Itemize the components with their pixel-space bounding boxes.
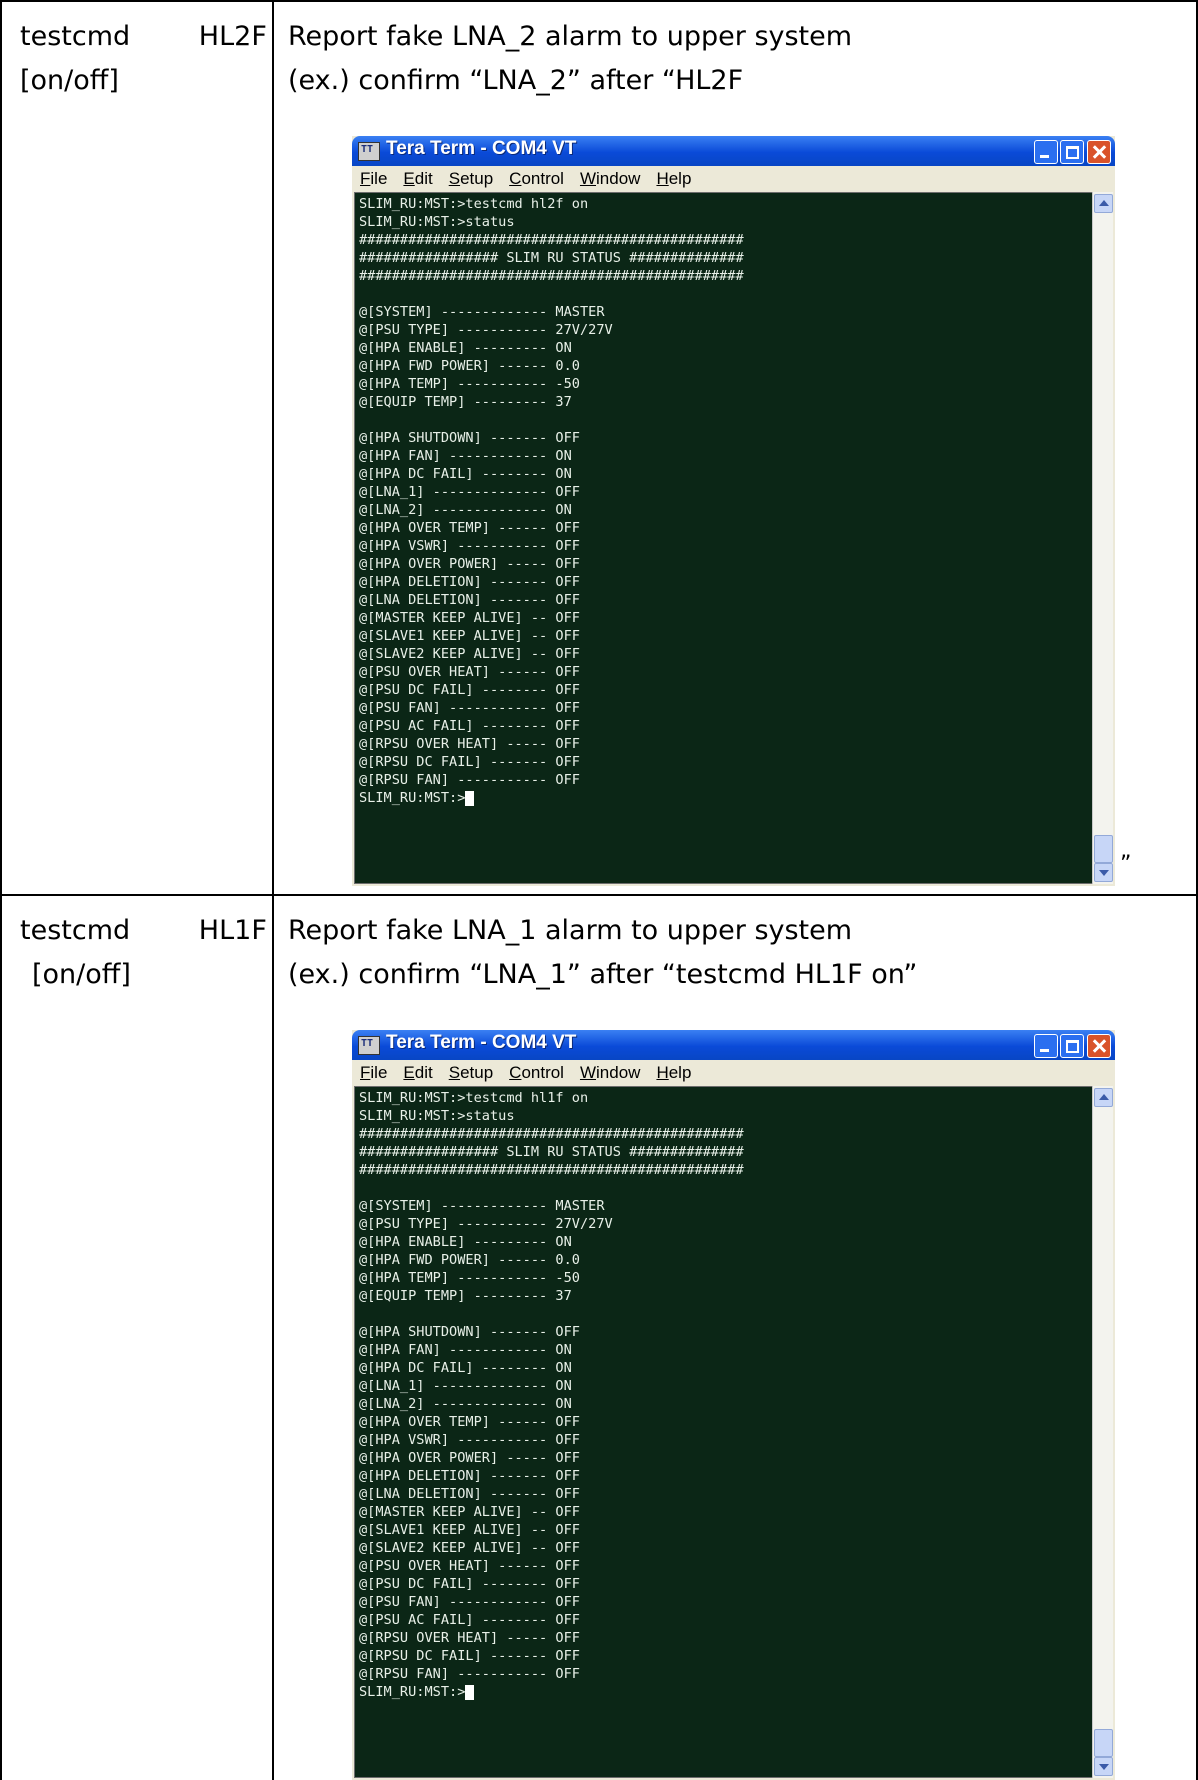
terminal-titlebar[interactable]: Tera Term - COM4 VT [352,1030,1115,1060]
vertical-scrollbar[interactable] [1092,192,1113,884]
menu-control[interactable]: Control [509,1063,564,1083]
menu-file[interactable]: File [360,169,387,189]
terminal-screen[interactable]: SLIM_RU:MST:>testcmd hl2f on SLIM_RU:MST… [354,192,1093,884]
terminal-output: SLIM_RU:MST:>testcmd hl1f on SLIM_RU:MST… [359,1090,744,1682]
menu-help[interactable]: Help [656,169,691,189]
command-example: (ex.) confirm “LNA_1” after “testcmd HL1… [288,959,918,990]
menu-window[interactable]: Window [580,169,640,189]
terminal-output: SLIM_RU:MST:>testcmd hl2f on SLIM_RU:MST… [359,196,744,788]
minimize-button[interactable] [1034,140,1058,164]
text-cursor [465,790,475,806]
close-button[interactable] [1087,1034,1111,1058]
scroll-thumb[interactable] [1094,1729,1113,1757]
closing-quote: ” [1120,852,1132,877]
terminal-menubar: File Edit Setup Control Window Help [354,1060,1113,1086]
row-divider [0,894,1198,896]
teraterm-icon [358,1036,380,1055]
terminal-prompt: SLIM_RU:MST:> [359,790,466,806]
column-divider [272,0,274,1780]
command-name: testcmd HL2F [20,21,267,52]
terminal-prompt: SLIM_RU:MST:> [359,1684,466,1700]
scroll-up-arrow-icon[interactable] [1094,194,1113,213]
menu-help[interactable]: Help [656,1063,691,1083]
minimize-button[interactable] [1034,1034,1058,1058]
terminal-window: Tera Term - COM4 VT File Edit Setup Cont… [352,136,1115,886]
command-args: [on/off] [20,65,119,96]
scroll-up-arrow-icon[interactable] [1094,1088,1113,1107]
command-description: Report fake LNA_2 alarm to upper system [288,21,853,52]
scroll-down-arrow-icon[interactable] [1094,863,1113,882]
terminal-window: Tera Term - COM4 VT File Edit Setup Cont… [352,1030,1115,1780]
menu-setup[interactable]: Setup [449,1063,493,1083]
vertical-scrollbar[interactable] [1092,1086,1113,1778]
command-args: [on/off] [32,959,131,990]
scroll-thumb[interactable] [1094,835,1113,863]
command-table: testcmd HL2F [on/off] Report fake LNA_2 … [0,0,1198,1780]
menu-window[interactable]: Window [580,1063,640,1083]
menu-setup[interactable]: Setup [449,169,493,189]
terminal-menubar: File Edit Setup Control Window Help [354,166,1113,192]
terminal-title: Tera Term - COM4 VT [386,138,577,159]
table-border-top [0,0,1198,2]
terminal-title: Tera Term - COM4 VT [386,1032,577,1053]
table-border-left [0,0,2,1780]
command-example: (ex.) confirm “LNA_2” after “HL2F [288,65,744,96]
command-name: testcmd HL1F [20,915,267,946]
maximize-button[interactable] [1060,1034,1084,1058]
scroll-down-arrow-icon[interactable] [1094,1757,1113,1776]
maximize-button[interactable] [1060,140,1084,164]
close-button[interactable] [1087,140,1111,164]
menu-control[interactable]: Control [509,169,564,189]
text-cursor [465,1684,475,1700]
menu-file[interactable]: File [360,1063,387,1083]
terminal-screen[interactable]: SLIM_RU:MST:>testcmd hl1f on SLIM_RU:MST… [354,1086,1093,1778]
terminal-titlebar[interactable]: Tera Term - COM4 VT [352,136,1115,166]
menu-edit[interactable]: Edit [403,1063,432,1083]
menu-edit[interactable]: Edit [403,169,432,189]
command-description: Report fake LNA_1 alarm to upper system [288,915,853,946]
teraterm-icon [358,142,380,161]
